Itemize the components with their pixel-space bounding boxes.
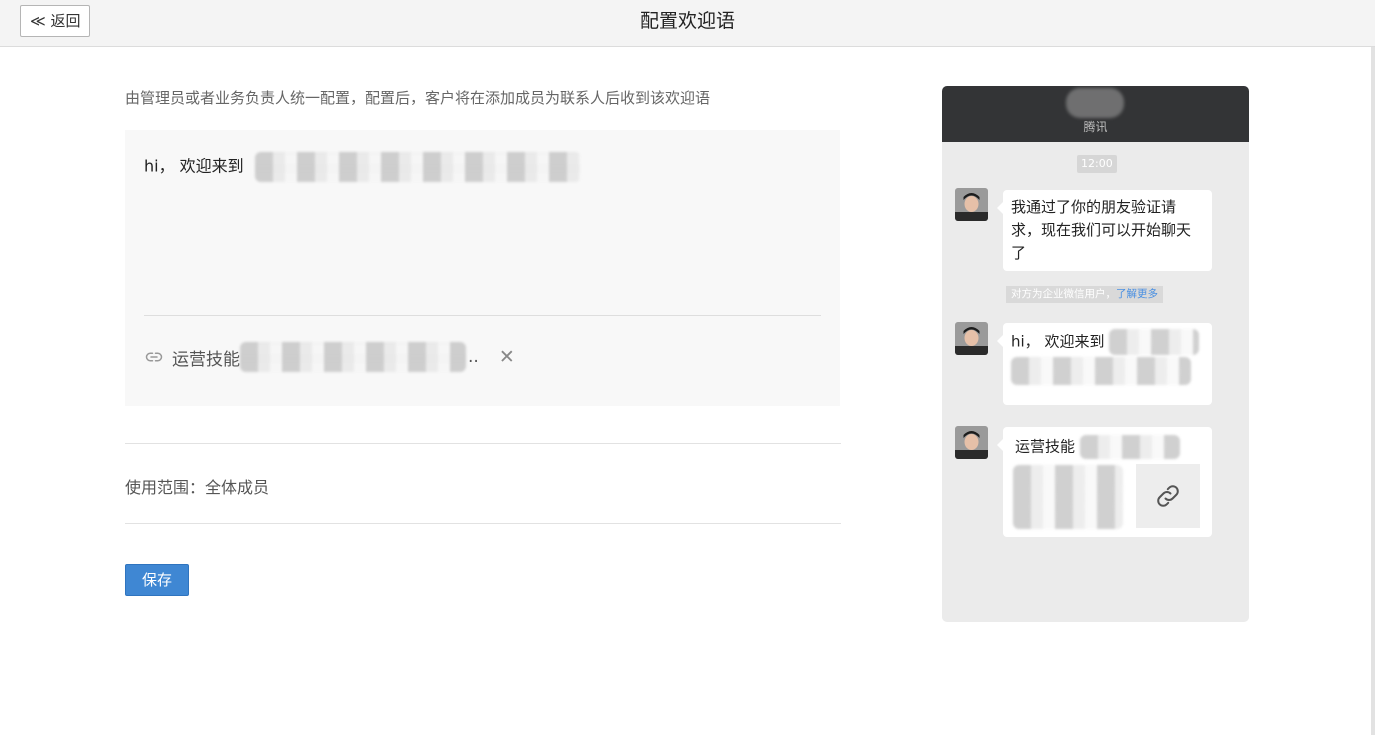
avatar [955, 426, 988, 459]
avatar [955, 322, 988, 355]
avatar [955, 188, 988, 221]
top-bar: 配置欢迎语 ≪ 返回 [0, 0, 1375, 47]
person-avatar-icon [955, 322, 988, 355]
attachment-ellipsis: .. [468, 347, 479, 367]
link-icon [145, 352, 163, 362]
redacted-text [1109, 329, 1200, 355]
redacted-text [1013, 465, 1123, 529]
redacted-text [1079, 435, 1180, 459]
welcome-message: hi， 欢迎来到 [1011, 332, 1105, 351]
editor-divider [144, 315, 821, 316]
scope-text: 使用范围：全体成员 [125, 478, 270, 497]
message-text: hi， 欢迎来到 [144, 156, 244, 176]
welcome-message-editor[interactable]: hi， 欢迎来到 运营技能 .. ✕ [125, 130, 840, 406]
attachment-row: 运营技能 .. ✕ [145, 342, 515, 372]
link-card-bubble[interactable]: 运营技能 [997, 427, 1212, 537]
save-button[interactable]: 保存 [125, 564, 189, 596]
link-card-thumbnail [1136, 464, 1200, 528]
divider [125, 443, 841, 444]
phone-preview: 腾讯 12:00 我通过了你的朋友验证请求，现在我们可以开始聊天了 对方为企业微… [942, 86, 1249, 622]
message-content[interactable]: hi， 欢迎来到 [144, 152, 581, 182]
link-card-title: 运营技能 [1015, 437, 1076, 456]
link-icon [1157, 485, 1179, 507]
person-avatar-icon [955, 426, 988, 459]
enterprise-notice: 对方为企业微信用户，了解更多 [1006, 286, 1163, 303]
chat-header: 腾讯 [942, 86, 1249, 142]
back-button[interactable]: ≪ 返回 [20, 5, 91, 37]
person-avatar-icon [955, 188, 988, 221]
time-badge: 12:00 [1077, 155, 1117, 173]
redacted-text [1011, 357, 1191, 385]
attachment-title: 运营技能 [172, 349, 240, 370]
welcome-message-bubble: hi， 欢迎来到 [997, 323, 1212, 405]
link-card-title-row: 运营技能 [1015, 435, 1180, 459]
redacted-text [240, 342, 466, 372]
remove-attachment-icon[interactable]: ✕ [499, 346, 515, 368]
redacted-avatar [1066, 88, 1124, 118]
scrollbar[interactable] [1371, 47, 1375, 735]
learn-more-link[interactable]: 了解更多 [1116, 288, 1158, 300]
page-title: 配置欢迎语 [639, 10, 735, 32]
divider [125, 523, 841, 524]
friend-message: 我通过了你的朋友验证请求，现在我们可以开始聊天了 [1011, 198, 1192, 262]
contact-name: 腾讯 [1083, 120, 1108, 134]
friend-message-bubble: 我通过了你的朋友验证请求，现在我们可以开始聊天了 [997, 190, 1212, 271]
welcome-message-line: hi， 欢迎来到 [1011, 329, 1204, 355]
redacted-text [254, 152, 581, 182]
notice-text: 对方为企业微信用户， [1011, 288, 1116, 300]
description-text: 由管理员或者业务负责人统一配置，配置后，客户将在添加成员为联系人后收到该欢迎语 [125, 89, 711, 107]
